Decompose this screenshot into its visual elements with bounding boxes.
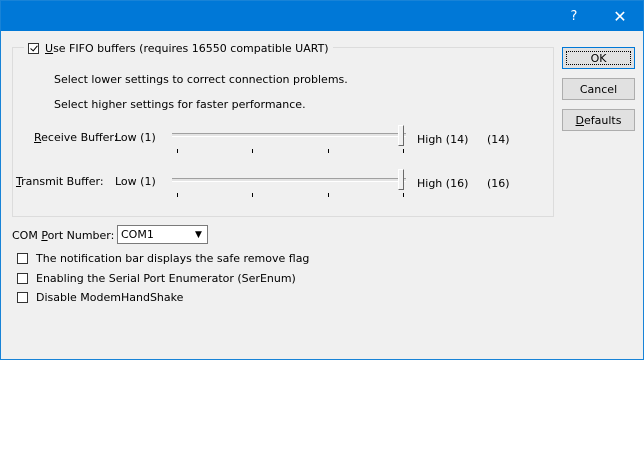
transmit-tick (403, 193, 404, 197)
cancel-button[interactable]: Cancel (562, 78, 635, 100)
option-disable-modem-handshake[interactable]: Disable ModemHandShake (17, 291, 183, 304)
option-serenum[interactable]: Enabling the Serial Port Enumerator (Ser… (17, 272, 296, 285)
receive-tick (328, 149, 329, 153)
title-bar: ? ✕ (1, 1, 643, 31)
safe-remove-flag-label: The notification bar displays the safe r… (36, 252, 310, 265)
receive-tick (177, 149, 178, 153)
defaults-button[interactable]: Defaults (562, 109, 635, 131)
serenum-checkbox[interactable] (17, 273, 28, 284)
transmit-low-label: Low (1) (115, 175, 156, 188)
transmit-buffer-slider-thumb[interactable] (398, 169, 404, 190)
fifo-label: Use FIFO buffers (requires 16550 compati… (45, 41, 329, 55)
close-button[interactable]: ✕ (597, 1, 643, 31)
fifo-checkbox-row[interactable]: Use FIFO buffers (requires 16550 compati… (24, 38, 333, 58)
receive-low-label: Low (1) (115, 131, 156, 144)
receive-buffer-slider-thumb[interactable] (398, 125, 404, 146)
receive-buffer-track[interactable] (172, 133, 406, 137)
transmit-tick (177, 193, 178, 197)
help-button[interactable]: ? (551, 1, 597, 31)
fifo-checkbox[interactable] (28, 42, 39, 54)
transmit-value: (16) (487, 177, 510, 190)
focus-rect (566, 51, 631, 65)
disable-modem-handshake-checkbox[interactable] (17, 292, 28, 303)
transmit-tick (328, 193, 329, 197)
serenum-label: Enabling the Serial Port Enumerator (Ser… (36, 272, 296, 285)
transmit-tick (252, 193, 253, 197)
com-port-select[interactable]: COM1 ▼ (117, 225, 208, 244)
ok-button[interactable]: OK (562, 47, 635, 69)
cancel-label: Cancel (579, 82, 618, 96)
transmit-high-label: High (16) (417, 177, 469, 190)
close-icon: ✕ (613, 6, 627, 26)
transmit-buffer-track[interactable] (172, 178, 406, 182)
receive-value: (14) (487, 133, 510, 146)
transmit-buffer-label: Transmit Buffer: (16, 175, 104, 188)
receive-tick (252, 149, 253, 153)
com-port-value: COM1 (121, 228, 154, 241)
receive-high-label: High (14) (417, 133, 469, 146)
defaults-label: Defaults (575, 113, 622, 127)
help-icon: ? (570, 8, 578, 24)
option-safe-remove-flag[interactable]: The notification bar displays the safe r… (17, 252, 309, 265)
disable-modem-handshake-label: Disable ModemHandShake (36, 291, 184, 304)
receive-tick (403, 149, 404, 153)
com-port-label: COM Port Number: (12, 229, 115, 242)
chevron-down-icon[interactable]: ▼ (191, 227, 206, 242)
hint-higher-settings: Select higher settings for faster perfor… (54, 98, 306, 111)
safe-remove-flag-checkbox[interactable] (17, 253, 28, 264)
hint-lower-settings: Select lower settings to correct connect… (54, 73, 348, 86)
receive-buffer-label: Receive Buffer: (34, 131, 118, 144)
